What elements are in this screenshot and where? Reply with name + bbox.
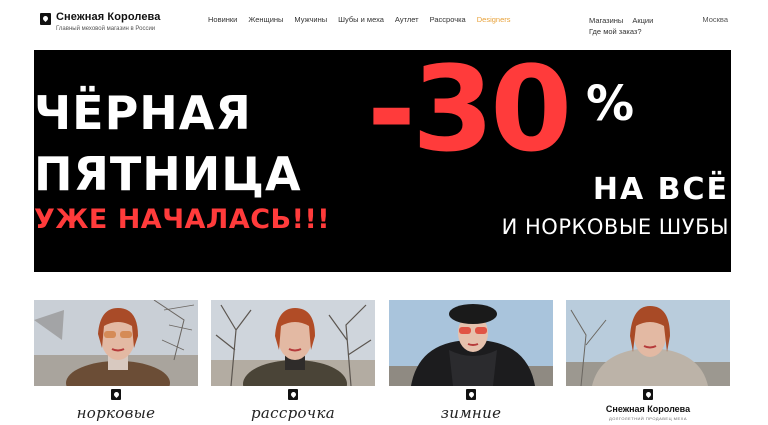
banner-line-started: УЖЕ НАЧАЛАСЬ!!! (34, 204, 331, 235)
nav-item-new[interactable]: Новинки (208, 15, 237, 24)
category-card-brand[interactable]: Снежная Королева ДОЛГОЛЕТНИЙ ПРОДАВЕЦ МЕ… (566, 300, 730, 425)
card-label-mink: норковые (76, 404, 156, 422)
logo-subtitle: Главный меховой магазин в России (56, 26, 156, 32)
category-card-mink[interactable]: норковые (34, 300, 198, 425)
card-brand-name: Снежная Королева (605, 404, 691, 414)
nav-item-designers[interactable]: Designers (477, 15, 511, 24)
banner-line-black: ЧЁРНАЯ (34, 86, 252, 140)
brand-icon (466, 389, 476, 400)
brand-icon (288, 389, 298, 400)
nav-item-men[interactable]: Мужчины (294, 15, 327, 24)
nav-item-furs[interactable]: Шубы и меха (338, 15, 384, 24)
banner-line-friday: ПЯТНИЦА (34, 147, 302, 201)
city-selector[interactable]: Москва (702, 15, 728, 24)
banner-on-everything: НА ВСЁ (592, 172, 729, 207)
card-image-mink (34, 300, 198, 386)
banner-percent: % (586, 76, 635, 132)
brand-icon (643, 389, 653, 400)
brand-icon (111, 389, 121, 400)
promo-banner[interactable]: ЧЁРНАЯ ПЯТНИЦА УЖЕ НАЧАЛАСЬ!!! -30 % НА … (34, 50, 731, 272)
logo[interactable]: Снежная Королева Главный меховой магазин… (40, 11, 161, 33)
utility-links: Магазины Акции Где мой заказ? (589, 15, 653, 37)
nav-item-outlet[interactable]: Аутлет (395, 15, 419, 24)
card-brand-tagline: ДОЛГОЛЕТНИЙ ПРОДАВЕЦ МЕХА (609, 416, 687, 421)
main-nav: Новинки Женщины Мужчины Шубы и меха Аутл… (208, 15, 522, 24)
order-status-link[interactable]: Где мой заказ? (589, 26, 642, 37)
logo-icon (40, 13, 51, 25)
category-cards: норковые рассрочка зимние Снежная Короле… (34, 300, 731, 425)
card-label-winter: зимние (440, 404, 502, 422)
category-card-installments[interactable]: рассрочка (211, 300, 375, 425)
card-label-installments: рассрочка (251, 404, 335, 422)
stores-link[interactable]: Магазины (589, 15, 623, 26)
category-card-winter[interactable]: зимние (389, 300, 553, 425)
banner-mink-coats: И НОРКОВЫЕ ШУБЫ (501, 215, 729, 239)
card-image-winter (389, 300, 553, 386)
card-image-installments (211, 300, 375, 386)
site-header: Снежная Королева Главный меховой магазин… (0, 0, 768, 48)
nav-item-women[interactable]: Женщины (248, 15, 283, 24)
banner-discount: -30 (367, 50, 572, 178)
nav-item-installments[interactable]: Рассрочка (430, 15, 466, 24)
card-image-brand (566, 300, 730, 386)
promos-link[interactable]: Акции (632, 15, 653, 26)
logo-title: Снежная Королева (56, 11, 161, 23)
